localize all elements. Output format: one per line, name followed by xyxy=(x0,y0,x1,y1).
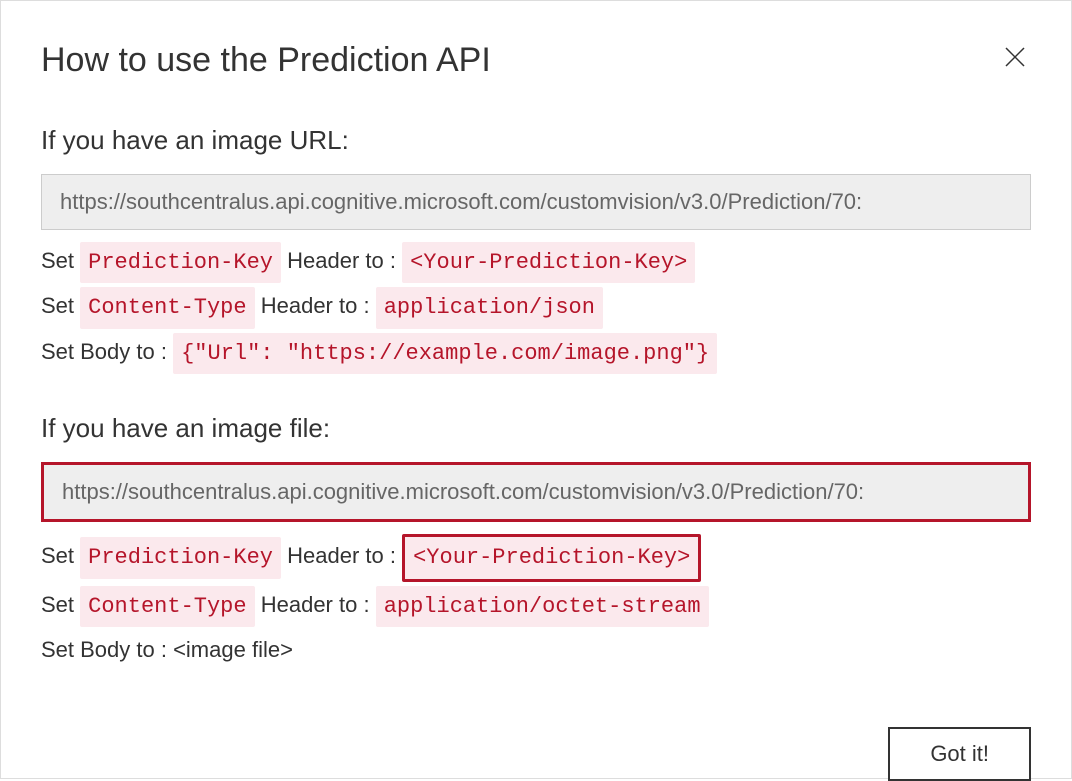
image-file-section: If you have an image file: https://south… xyxy=(41,413,1031,672)
file-endpoint-box[interactable]: https://southcentralus.api.cognitive.mic… xyxy=(41,462,1031,522)
dialog-header: How to use the Prediction API xyxy=(41,41,1031,80)
close-icon xyxy=(1003,45,1027,69)
content-type-header-token: Content-Type xyxy=(80,287,254,328)
url-prediction-key-line: Set Prediction-Key Header to : <Your-Pre… xyxy=(41,242,1031,283)
image-url-section-title: If you have an image URL: xyxy=(41,125,1031,156)
instr-text: Header to : xyxy=(287,248,396,273)
dialog-title: How to use the Prediction API xyxy=(41,41,491,80)
instr-text: Set Body to : <image file> xyxy=(41,637,293,662)
content-type-header-token: Content-Type xyxy=(80,586,254,627)
prediction-key-value-token: <Your-Prediction-Key> xyxy=(402,242,695,283)
image-file-section-title: If you have an image file: xyxy=(41,413,1031,444)
url-body-line: Set Body to : {"Url": "https://example.c… xyxy=(41,333,1031,374)
instr-text: Header to : xyxy=(261,592,370,617)
close-button[interactable] xyxy=(999,41,1031,76)
file-prediction-key-line: Set Prediction-Key Header to : <Your-Pre… xyxy=(41,534,1031,581)
content-type-value-token: application/octet-stream xyxy=(376,586,709,627)
prediction-key-header-token: Prediction-Key xyxy=(80,242,281,283)
got-it-button[interactable]: Got it! xyxy=(888,727,1031,781)
prediction-key-value-token-highlighted: <Your-Prediction-Key> xyxy=(402,534,701,581)
instr-text: Set Body to : xyxy=(41,339,167,364)
file-body-line: Set Body to : <image file> xyxy=(41,631,1031,668)
body-value-token: {"Url": "https://example.com/image.png"} xyxy=(173,333,717,374)
content-type-value-token: application/json xyxy=(376,287,603,328)
instr-text: Set xyxy=(41,248,74,273)
instr-text: Set xyxy=(41,293,74,318)
instr-text: Header to : xyxy=(261,293,370,318)
instr-text: Header to : xyxy=(287,543,396,568)
instr-text: Set xyxy=(41,592,74,617)
image-url-section: If you have an image URL: https://southc… xyxy=(41,125,1031,378)
prediction-key-header-token: Prediction-Key xyxy=(80,537,281,578)
dialog-footer: Got it! xyxy=(41,707,1031,781)
url-content-type-line: Set Content-Type Header to : application… xyxy=(41,287,1031,328)
file-content-type-line: Set Content-Type Header to : application… xyxy=(41,586,1031,627)
prediction-api-dialog: How to use the Prediction API If you hav… xyxy=(1,1,1071,778)
instr-text: Set xyxy=(41,543,74,568)
url-endpoint-box[interactable]: https://southcentralus.api.cognitive.mic… xyxy=(41,174,1031,230)
